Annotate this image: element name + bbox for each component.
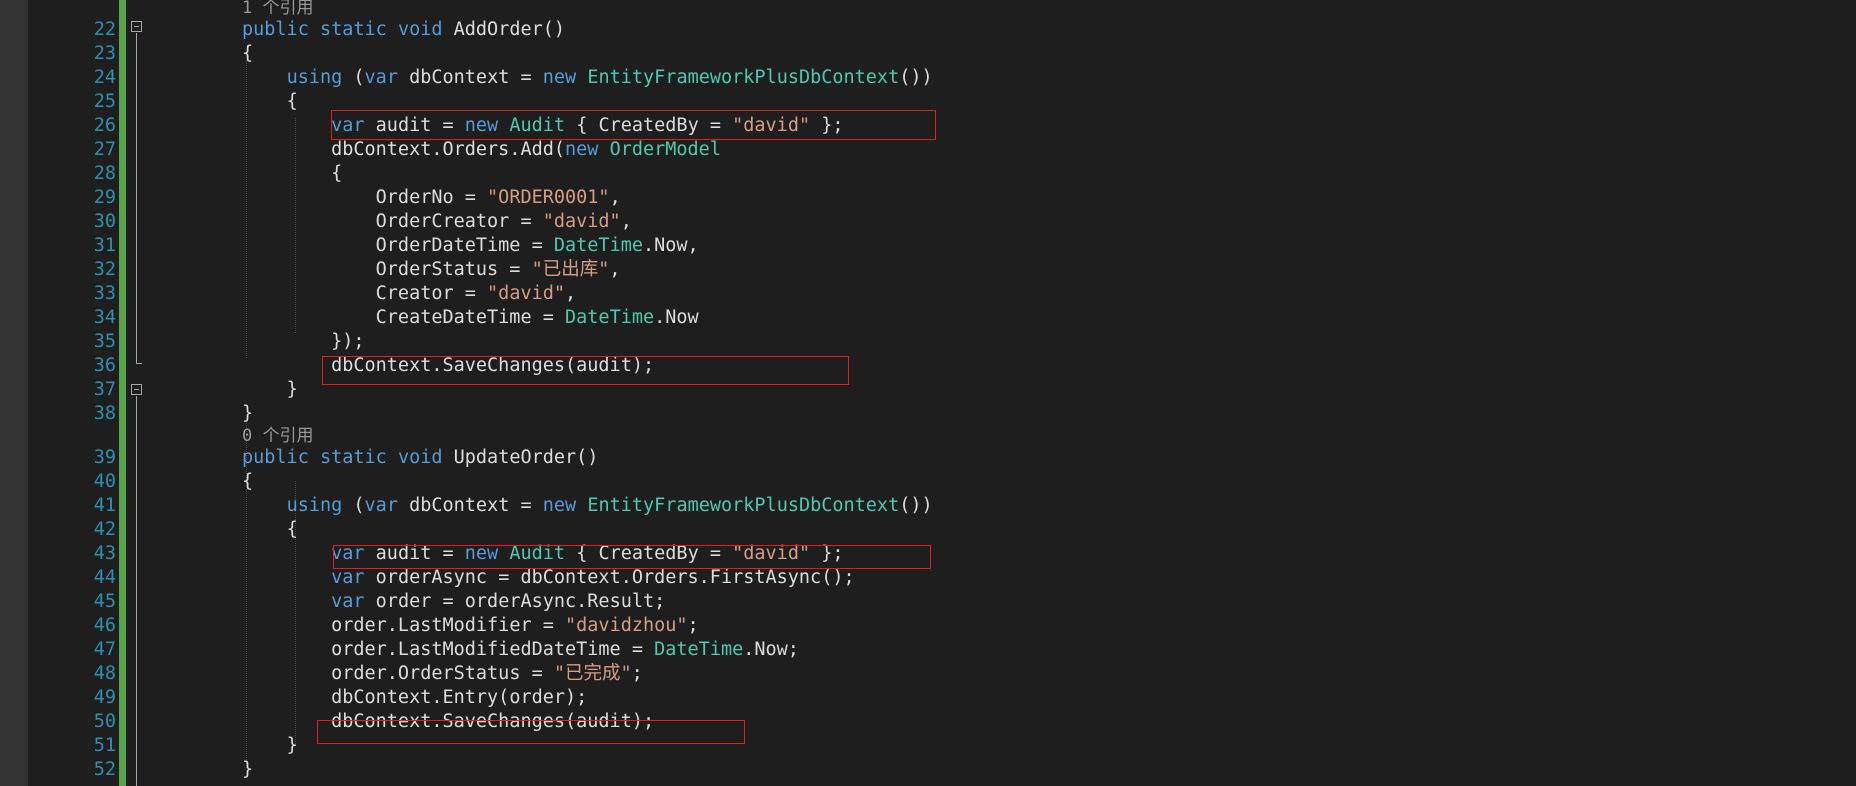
line-number: 47 [93,639,116,660]
line-number: 27 [93,139,116,160]
line-number: 25 [93,91,116,112]
line-number: 28 [93,163,116,184]
code-line-40[interactable]: 40 { [0,470,1856,494]
highlight-box-save-changes [317,720,745,744]
code-line-44[interactable]: 44 var orderAsync = dbContext.Orders.Fir… [0,566,1856,590]
line-number: 40 [93,471,116,492]
code-line-28[interactable]: 28 { [0,162,1856,186]
code-line-47[interactable]: 47 order.LastModifiedDateTime = DateTime… [0,638,1856,662]
code-line-41[interactable]: 41 using (var dbContext = new EntityFram… [0,494,1856,518]
line-number: 31 [93,235,116,256]
line-number: 43 [93,543,116,564]
line-number: 36 [93,355,116,376]
highlight-box-audit-create [331,110,936,140]
code-line-42[interactable]: 42 { [0,518,1856,542]
line-number: 49 [93,687,116,708]
line-number: 48 [93,663,116,684]
code-line-36[interactable]: 36 dbContext.SaveChanges(audit); [0,354,1856,378]
line-number: 34 [93,307,116,328]
code-line-48[interactable]: 48 order.OrderStatus = "已完成"; [0,662,1856,686]
highlight-box-save-changes [322,356,849,385]
line-number: 29 [93,187,116,208]
codelens-row: 0 个引用 [0,424,1856,448]
reference-count-link[interactable]: 0 个引用 [242,424,313,448]
line-number: 37 [93,379,116,400]
line-number: 41 [93,495,116,516]
code-line-24[interactable]: 24 using (var dbContext = new EntityFram… [0,66,1856,90]
highlight-box-audit-create [333,545,931,569]
reference-count-link[interactable]: 1 个引用 [242,0,313,20]
code-line-46[interactable]: 46 order.LastModifier = "davidzhou"; [0,614,1856,638]
code-line-51[interactable]: 51 } [0,734,1856,758]
line-number: 30 [93,211,116,232]
line-number: 42 [93,519,116,540]
line-number: 51 [93,735,116,756]
line-number: 33 [93,283,116,304]
line-number: 35 [93,331,116,352]
code-line-34[interactable]: 34 CreateDateTime = DateTime.Now [0,306,1856,330]
line-number: 45 [93,591,116,612]
code-editor[interactable]: 1 个引用 22 public static void AddOrder() 2… [0,0,1856,786]
line-number: 39 [93,447,116,468]
codelens-row: 1 个引用 [0,0,1856,20]
code-line-23[interactable]: 23 { [0,42,1856,66]
line-number: 44 [93,567,116,588]
line-number: 24 [93,67,116,88]
line-number: 52 [93,759,116,780]
line-number: 22 [93,19,116,40]
code-line-22[interactable]: 22 public static void AddOrder() [0,18,1856,42]
code-line-52[interactable]: 52 } [0,758,1856,782]
code-line-39[interactable]: 39 public static void UpdateOrder() [0,446,1856,470]
code-line-50[interactable]: 50 dbContext.SaveChanges(audit); [0,710,1856,734]
code-line-45[interactable]: 45 var order = orderAsync.Result; [0,590,1856,614]
code-line-49[interactable]: 49 dbContext.Entry(order); [0,686,1856,710]
line-number: 26 [93,115,116,136]
line-number: 23 [93,43,116,64]
code-line-38[interactable]: 38 } [0,402,1856,426]
code-line-29[interactable]: 29 OrderNo = "ORDER0001", [0,186,1856,210]
code-line-37[interactable]: 37 } [0,378,1856,402]
code-line-30[interactable]: 30 OrderCreator = "david", [0,210,1856,234]
line-number: 38 [93,403,116,424]
line-number: 46 [93,615,116,636]
line-number: 32 [93,259,116,280]
code-line-27[interactable]: 27 dbContext.Orders.Add(new OrderModel [0,138,1856,162]
code-line-33[interactable]: 33 Creator = "david", [0,282,1856,306]
code-line-32[interactable]: 32 OrderStatus = "已出库", [0,258,1856,282]
code-line-31[interactable]: 31 OrderDateTime = DateTime.Now, [0,234,1856,258]
line-number: 50 [93,711,116,732]
code-line-35[interactable]: 35 }); [0,330,1856,354]
